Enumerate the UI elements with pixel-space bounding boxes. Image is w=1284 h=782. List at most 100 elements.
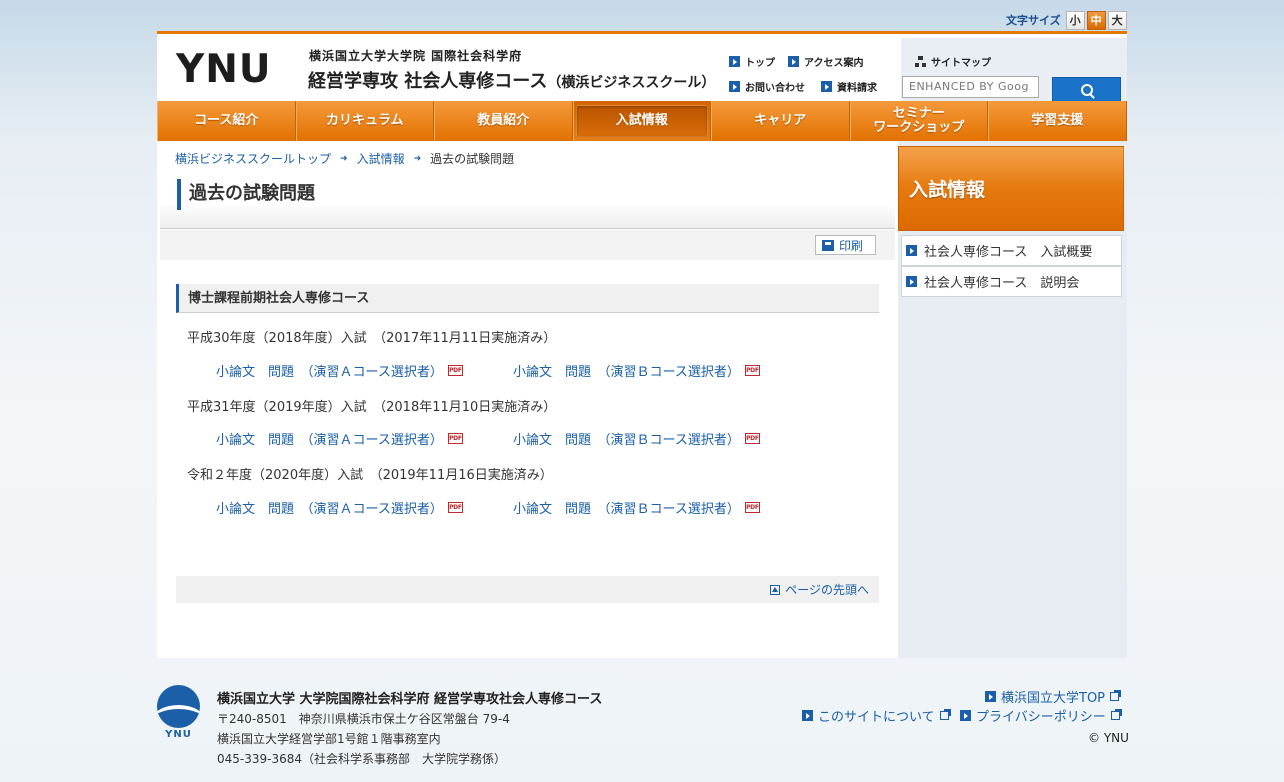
pdf-icon: PDF bbox=[447, 502, 463, 513]
arrow-icon bbox=[729, 56, 740, 67]
logo-subtitle: 横浜国立大学大学院 国際社会科学府 bbox=[309, 49, 523, 63]
page-top-bar: ページの先頭へ bbox=[176, 576, 879, 603]
exam-2019-link-a[interactable]: 小論文 問題 （演習Ａコース選択者） PDF bbox=[216, 429, 463, 448]
breadcrumb-current: 過去の試験問題 bbox=[430, 152, 515, 166]
exam-link-label: 小論文 問題 （演習Ａコース選択者） bbox=[216, 365, 443, 380]
footer-link-ynu-top[interactable]: 横浜国立大学TOP bbox=[985, 687, 1122, 706]
arrow-icon bbox=[960, 710, 971, 721]
font-size-selector: 文字サイズ 小 中 大 bbox=[1006, 10, 1127, 30]
nav-course-label: コース紹介 bbox=[194, 113, 259, 128]
font-size-large-button[interactable]: 大 bbox=[1107, 10, 1127, 30]
sidebar-item-admission-overview[interactable]: 社会人専修コース 入試概要 bbox=[901, 235, 1122, 266]
exam-2018-link-b[interactable]: 小論文 問題 （演習Ｂコース選択者） PDF bbox=[513, 361, 760, 380]
breadcrumb-parent[interactable]: 入試情報 bbox=[357, 150, 405, 167]
pdf-icon: PDF bbox=[447, 433, 463, 444]
sidebar-item-briefing[interactable]: 社会人専修コース 説明会 bbox=[901, 266, 1122, 297]
header-link-access[interactable]: アクセス案内 bbox=[788, 54, 864, 69]
exam-link-label: 小論文 問題 （演習Ｂコース選択者） bbox=[513, 502, 740, 517]
nav-faculty[interactable]: 教員紹介 bbox=[434, 101, 573, 141]
search-icon bbox=[1080, 84, 1093, 96]
arrow-up-icon bbox=[770, 584, 781, 595]
page-title: 過去の試験問題 bbox=[177, 179, 315, 210]
sitemap-icon bbox=[915, 56, 926, 67]
nav-seminar-label: セミナー ワークショップ bbox=[873, 106, 965, 135]
nav-seminar[interactable]: セミナー ワークショップ bbox=[849, 101, 988, 141]
logo-main-title[interactable]: 経営学専攻 社会人専修コース（横浜ビジネススクール） bbox=[308, 67, 715, 93]
exam-link-label: 小論文 問題 （演習Ａコース選択者） bbox=[216, 433, 443, 448]
page-top-link[interactable]: ページの先頭へ bbox=[770, 581, 869, 598]
footer-building: 横浜国立大学経営学部1号館１階事務室内 bbox=[217, 732, 441, 746]
print-label: 印刷 bbox=[839, 238, 864, 253]
print-bar: 印刷 bbox=[160, 230, 895, 260]
site-footer: YNU 横浜国立大学 大学院国際社会科学府 経営学専攻社会人専修コース 〒240… bbox=[0, 660, 1284, 782]
copyright: © YNU bbox=[1088, 731, 1129, 745]
font-size-label: 文字サイズ bbox=[1006, 14, 1061, 27]
logo-main-suffix: （横浜ビジネススクール） bbox=[547, 75, 716, 91]
arrow-icon bbox=[802, 710, 813, 721]
footer-phone: 045-339-3684（社会科学系事務部 大学院学務係） bbox=[217, 752, 507, 766]
nav-learning-support-label: 学習支援 bbox=[1031, 113, 1084, 128]
sidebar-item-label: 社会人専修コース 説明会 bbox=[924, 276, 1080, 291]
exam-link-label: 小論文 問題 （演習Ａコース選択者） bbox=[216, 502, 443, 517]
search-area: サイトマップ ENHANCED BY Goog bbox=[901, 38, 1127, 104]
header-link-contact[interactable]: お問い合わせ bbox=[729, 79, 805, 94]
sidebar-title: 入試情報 bbox=[909, 179, 986, 201]
sidebar-item-label: 社会人専修コース 入試概要 bbox=[924, 245, 1093, 260]
breadcrumb: 横浜ビジネススクールトップ ➜ 入試情報 ➜ 過去の試験問題 bbox=[175, 150, 514, 167]
exam-2020-link-b[interactable]: 小論文 問題 （演習Ｂコース選択者） PDF bbox=[513, 498, 760, 517]
footer-link-about[interactable]: このサイトについて bbox=[802, 706, 951, 725]
arrow-icon bbox=[906, 276, 917, 287]
footer-address: 〒240-8501 神奈川県横浜市保土ケ谷区常盤台 79-4 bbox=[217, 712, 510, 726]
external-link-icon bbox=[1110, 690, 1122, 701]
header-link-top-label: トップ bbox=[745, 58, 775, 69]
footer-link-privacy[interactable]: プライバシーポリシー bbox=[960, 706, 1122, 725]
nav-career-label: キャリア bbox=[754, 113, 807, 128]
pdf-icon: PDF bbox=[447, 365, 463, 376]
exam-2020-link-a[interactable]: 小論文 問題 （演習Ａコース選択者） PDF bbox=[216, 498, 463, 517]
exam-year-2020: 令和２年度（2020年度）入試 （2019年11月16日実施済み） bbox=[187, 468, 553, 483]
header-link-top[interactable]: トップ bbox=[729, 54, 775, 69]
page-title-area: 過去の試験問題 bbox=[160, 174, 895, 229]
breadcrumb-arrow-icon: ➜ bbox=[413, 153, 422, 164]
exam-link-label: 小論文 問題 （演習Ｂコース選択者） bbox=[513, 365, 740, 380]
ynu-emblem-icon bbox=[157, 685, 200, 728]
arrow-icon bbox=[906, 245, 917, 256]
exam-link-label: 小論文 問題 （演習Ｂコース選択者） bbox=[513, 433, 740, 448]
sidebar: 入試情報 社会人専修コース 入試概要 社会人専修コース 説明会 bbox=[898, 141, 1127, 658]
exam-year-2019: 平成31年度（2019年度）入試 （2018年11月10日実施済み） bbox=[187, 400, 557, 415]
site-header: YNU 横浜国立大学大学院 国際社会科学府 経営学専攻 社会人専修コース（横浜ビ… bbox=[157, 31, 1127, 104]
header-link-request[interactable]: 資料請求 bbox=[821, 79, 877, 94]
nav-course[interactable]: コース紹介 bbox=[157, 101, 296, 141]
logo-main-text: 経営学専攻 社会人専修コース bbox=[308, 71, 548, 92]
printer-icon bbox=[822, 239, 834, 251]
arrow-icon bbox=[729, 81, 740, 92]
pdf-icon: PDF bbox=[744, 365, 760, 376]
exam-2018-link-a[interactable]: 小論文 問題 （演習Ａコース選択者） PDF bbox=[216, 361, 463, 380]
sitemap-link[interactable]: サイトマップ bbox=[915, 54, 991, 69]
breadcrumb-arrow-icon: ➜ bbox=[340, 153, 348, 164]
exam-year-2018: 平成30年度（2018年度）入試 （2017年11月11日実施済み） bbox=[187, 331, 557, 346]
ynu-footer-logo[interactable]: YNU bbox=[157, 685, 200, 740]
font-size-medium-button[interactable]: 中 bbox=[1086, 10, 1106, 30]
sidebar-heading: 入試情報 bbox=[898, 146, 1125, 231]
nav-curriculum[interactable]: カリキュラム bbox=[295, 101, 434, 141]
nav-admission-label: 入試情報 bbox=[575, 105, 708, 137]
arrow-icon bbox=[821, 81, 832, 92]
font-size-small-button[interactable]: 小 bbox=[1065, 10, 1085, 30]
pdf-icon: PDF bbox=[744, 502, 760, 513]
nav-admission[interactable]: 入試情報 bbox=[572, 101, 711, 141]
header-link-contact-label: お問い合わせ bbox=[745, 83, 805, 94]
search-button[interactable] bbox=[1052, 77, 1121, 103]
nav-career[interactable]: キャリア bbox=[711, 101, 850, 141]
nav-learning-support[interactable]: 学習支援 bbox=[988, 101, 1127, 141]
exam-2019-link-b[interactable]: 小論文 問題 （演習Ｂコース選択者） PDF bbox=[513, 429, 760, 448]
search-input[interactable]: ENHANCED BY Goog bbox=[902, 76, 1039, 98]
external-link-icon bbox=[1110, 709, 1122, 720]
external-link-icon bbox=[939, 709, 951, 720]
ynu-logo[interactable]: YNU bbox=[176, 50, 272, 90]
main-content: 横浜ビジネススクールトップ ➜ 入試情報 ➜ 過去の試験問題 過去の試験問題 印… bbox=[157, 141, 898, 658]
nav-curriculum-label: カリキュラム bbox=[325, 113, 404, 128]
breadcrumb-home[interactable]: 横浜ビジネススクールトップ bbox=[175, 150, 331, 167]
print-button[interactable]: 印刷 bbox=[815, 235, 876, 255]
footer-link-label: 横浜国立大学TOP bbox=[1001, 691, 1106, 706]
